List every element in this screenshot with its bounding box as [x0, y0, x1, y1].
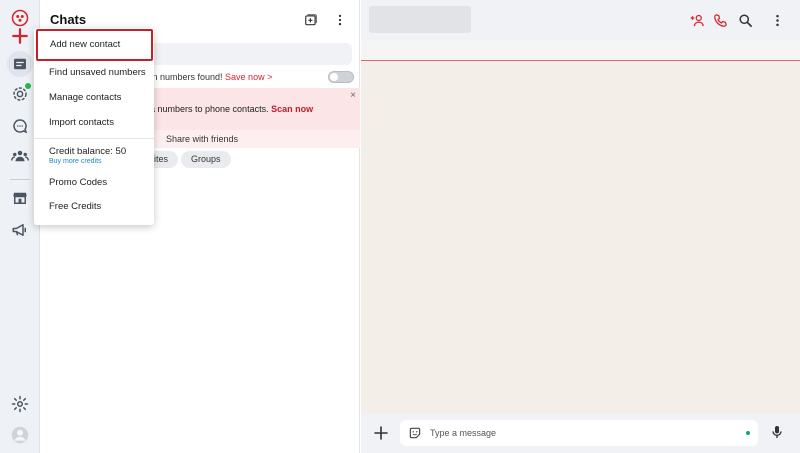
message-area [361, 62, 800, 413]
scan-now-link[interactable]: Scan now [271, 104, 313, 114]
save-now-link[interactable]: Save now > [225, 72, 272, 82]
unsaved-toggle[interactable] [328, 71, 354, 83]
banner-text: a numbers to phone contacts. [150, 104, 272, 114]
conversation-area [361, 0, 800, 453]
new-chat-icon[interactable] [301, 10, 321, 30]
contacts-dropdown-menu: Add new contact Find unsaved numbers Man… [34, 28, 154, 225]
banner-close-icon[interactable]: × [350, 90, 356, 101]
credit-balance: Credit balance: 50 [49, 146, 127, 157]
conversation-subheader [361, 40, 800, 61]
rail-divider [10, 179, 30, 180]
menu-find-unsaved-numbers[interactable]: Find unsaved numbers [34, 61, 154, 85]
unsaved-text: wn numbers found! [146, 72, 226, 82]
sticker-emoji-icon[interactable] [408, 426, 422, 440]
contact-name-placeholder[interactable] [369, 6, 471, 33]
menu-import-contacts[interactable]: Import contacts [34, 111, 154, 135]
store-icon[interactable] [8, 186, 32, 210]
add-contact-icon[interactable] [688, 11, 706, 29]
profile-avatar-icon[interactable] [8, 423, 32, 447]
panel-title: Chats [50, 12, 87, 27]
communities-icon[interactable] [8, 144, 32, 168]
composer-bar [361, 413, 800, 453]
menu-free-credits[interactable]: Free Credits [34, 195, 154, 219]
menu-add-new-contact[interactable]: Add new contact [36, 29, 153, 61]
conversation-menu-kebab-icon[interactable] [768, 11, 786, 29]
microphone-icon[interactable] [769, 424, 785, 440]
menu-promo-codes[interactable]: Promo Codes [34, 171, 154, 195]
message-input-box[interactable] [400, 420, 758, 446]
conversation-header [361, 0, 800, 40]
menu-divider [34, 138, 154, 139]
channels-icon[interactable] [8, 114, 32, 138]
menu-manage-contacts[interactable]: Manage contacts [34, 86, 154, 110]
share-with-friends-link[interactable]: Share with friends [166, 134, 238, 144]
settings-gear-icon[interactable] [8, 392, 32, 416]
panel-menu-kebab-icon[interactable] [330, 10, 350, 30]
search-icon[interactable] [736, 11, 754, 29]
buy-more-credits-link[interactable]: Buy more credits [49, 158, 102, 165]
new-plus-icon[interactable] [8, 24, 32, 48]
status-indicator-dot [746, 431, 750, 435]
chats-icon[interactable] [7, 51, 33, 77]
attach-plus-icon[interactable] [373, 425, 389, 441]
call-phone-icon[interactable] [711, 11, 729, 29]
broadcast-megaphone-icon[interactable] [8, 218, 32, 242]
status-dot [25, 83, 31, 89]
status-icon[interactable] [8, 82, 32, 106]
filter-groups[interactable]: Groups [181, 151, 231, 168]
message-input[interactable] [430, 425, 730, 441]
